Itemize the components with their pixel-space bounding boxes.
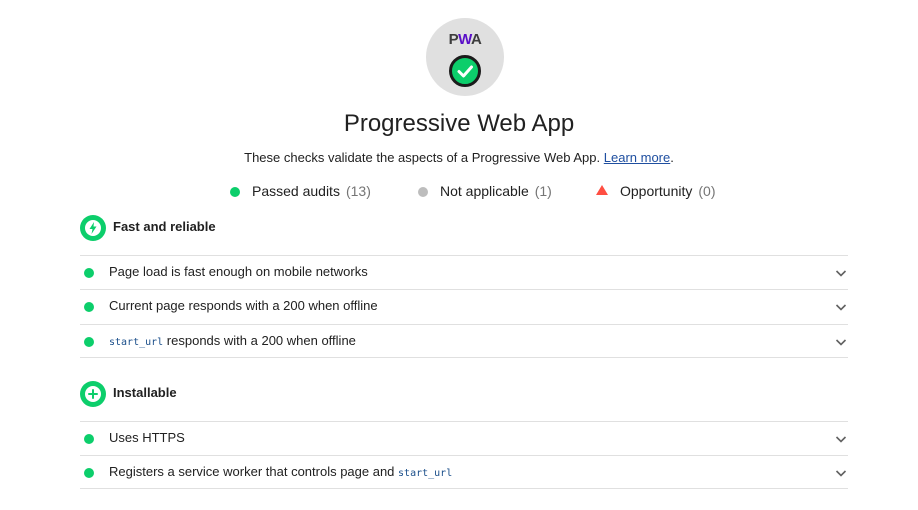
audit-title: Current page responds with a 200 when of… [109, 298, 378, 313]
description-text: These checks validate the aspects of a P… [244, 150, 601, 165]
pass-dot-icon [84, 468, 94, 478]
pwa-logo: PWA [426, 31, 504, 48]
audit-row[interactable]: Registers a service worker that controls… [80, 455, 848, 489]
chevron-down-icon[interactable] [834, 266, 848, 280]
audit-title-text: Page load is fast enough on mobile netwo… [109, 264, 368, 279]
plus-icon [80, 381, 106, 407]
audit-legend: Passed audits (13) Not applicable (1) Oppo… [0, 183, 918, 201]
legend-label: Not applicable [440, 183, 529, 199]
description-period: . [670, 150, 674, 165]
pass-dot-icon [84, 268, 94, 278]
audit-row[interactable]: Uses HTTPS [80, 421, 848, 455]
audit-code: start_url [398, 468, 453, 479]
pass-dot-icon [84, 337, 94, 347]
legend-count: (1) [534, 183, 552, 199]
pwa-logo-w: W [458, 31, 471, 48]
checkmark-badge-icon [449, 55, 481, 87]
audit-title: start_url responds with a 200 when offli… [109, 333, 356, 348]
chevron-down-icon[interactable] [834, 432, 848, 446]
legend-count: (0) [698, 183, 716, 199]
legend-item-passed: Passed audits (13) [230, 183, 371, 199]
group-title: Fast and reliable [113, 219, 216, 234]
audit-title: Registers a service worker that controls… [109, 464, 452, 479]
chevron-down-icon[interactable] [834, 335, 848, 349]
legend-count: (13) [345, 183, 371, 199]
legend-item-not-applicable: Not applicable (1) [418, 183, 552, 199]
category-description: These checks validate the aspects of a P… [0, 150, 918, 165]
legend-item-opportunity: Opportunity (0) [596, 183, 716, 199]
pass-dot-icon [84, 434, 94, 444]
pwa-gauge: PWA [426, 18, 504, 96]
audit-row[interactable]: Current page responds with a 200 when of… [80, 289, 848, 323]
audit-title-text: Registers a service worker that controls… [109, 464, 399, 479]
audit-title: Page load is fast enough on mobile netwo… [109, 264, 368, 279]
audit-row[interactable]: Page load is fast enough on mobile netwo… [80, 255, 848, 289]
audit-code: start_url [109, 337, 164, 348]
pwa-logo-p: P [448, 31, 459, 48]
not-applicable-dot-icon [418, 187, 428, 197]
audit-title-text: responds with a 200 when offline [163, 333, 356, 348]
passed-dot-icon [230, 187, 240, 197]
audit-title-text: Uses HTTPS [109, 430, 185, 445]
chevron-down-icon[interactable] [834, 466, 848, 480]
audit-title: Uses HTTPS [109, 430, 185, 445]
audit-title-text: Current page responds with a 200 when of… [109, 298, 378, 313]
category-title: Progressive Web App [343, 110, 575, 137]
lightning-bolt-icon [80, 215, 106, 241]
legend-label: Passed audits [252, 183, 340, 199]
chevron-down-icon[interactable] [834, 300, 848, 314]
legend-label: Opportunity [620, 183, 693, 199]
learn-more-link[interactable]: Learn more [604, 150, 670, 165]
pass-dot-icon [84, 302, 94, 312]
opportunity-triangle-icon [596, 185, 608, 195]
group-title: Installable [113, 385, 177, 400]
pwa-logo-a: A [471, 31, 482, 48]
audit-row[interactable]: start_url responds with a 200 when offli… [80, 324, 848, 358]
